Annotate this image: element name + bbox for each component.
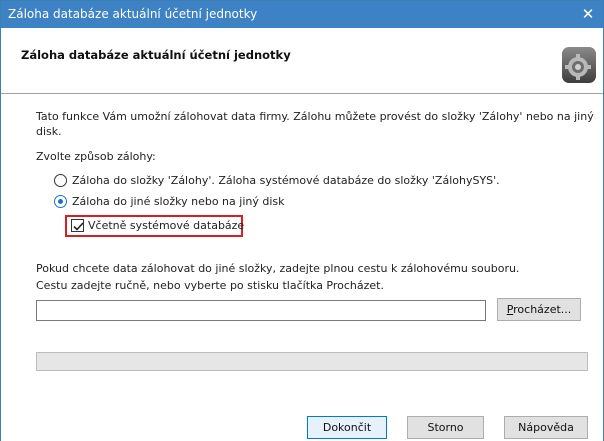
radio-other-location-label[interactable]: Záloha do jiné složky nebo na jiný disk (72, 195, 285, 208)
title-bar[interactable]: Záloha databáze aktuální účetní jednotky… (1, 1, 603, 28)
browse-button[interactable]: Procházet... (497, 298, 581, 321)
backup-dialog: Záloha databáze aktuální účetní jednotky… (0, 0, 604, 441)
finish-button[interactable]: Dokončit (307, 416, 387, 439)
intro-text-line2: disk. (36, 125, 62, 138)
dialog-content: Tato funkce Vám umožní zálohovat data fi… (1, 95, 603, 395)
include-system-db-checkbox[interactable] (71, 219, 84, 232)
include-system-db-label[interactable]: Včetně systémové databáze (88, 219, 244, 232)
gear-icon (562, 47, 596, 83)
radio-backup-folder[interactable] (54, 174, 67, 187)
close-button[interactable]: ✕ (573, 1, 603, 28)
backup-progress-bar (36, 352, 588, 371)
path-hint-line2: Cestu zadejte ručně, nebo vyberte po sti… (36, 279, 384, 292)
window-title: Záloha databáze aktuální účetní jednotky (8, 7, 258, 21)
backup-method-label: Zvolte způsob zálohy: (36, 150, 156, 163)
path-hint-line1: Pokud chcete data zálohovat do jiné slož… (36, 262, 520, 275)
cancel-button[interactable]: Storno (407, 416, 484, 439)
intro-text-line1: Tato funkce Vám umožní zálohovat data fi… (36, 110, 594, 123)
header-title: Záloha databáze aktuální účetní jednotky (21, 48, 291, 62)
browse-button-label: rocházet... (513, 303, 572, 316)
dialog-header: Záloha databáze aktuální účetní jednotky (1, 28, 603, 94)
check-icon (73, 222, 84, 231)
dialog-footer: Dokončit Storno Nápověda (1, 395, 603, 441)
radio-backup-folder-label[interactable]: Záloha do složky 'Zálohy'. Záloha systém… (72, 174, 500, 187)
backup-path-input[interactable] (36, 300, 486, 321)
help-button[interactable]: Nápověda (504, 416, 588, 439)
radio-other-location[interactable] (54, 195, 67, 208)
